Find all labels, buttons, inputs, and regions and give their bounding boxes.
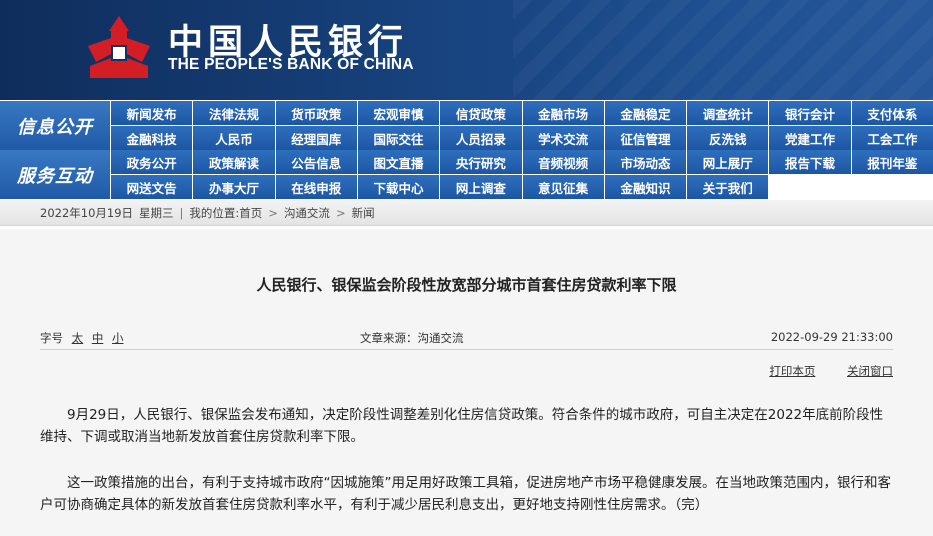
nav-item[interactable]: 音频视频 — [522, 150, 604, 174]
article-datetime: 2022-09-29 21:33:00 — [770, 330, 893, 344]
article-title: 人民银行、银保监会阶段性放宽部分城市首套住房贷款利率下限 — [256, 276, 677, 294]
divider — [40, 349, 893, 350]
nav-item[interactable]: 支付体系 — [851, 101, 933, 125]
nav-item[interactable]: 人民币 — [193, 126, 275, 150]
pboc-emblem-icon — [88, 16, 150, 78]
nav-item[interactable]: 金融稳定 — [604, 101, 687, 125]
nav-section-service-label: 服务互动 — [0, 150, 110, 199]
print-page-link[interactable]: 打印本页 — [769, 364, 815, 378]
font-size-large-link[interactable]: 太 — [72, 331, 84, 345]
nav-item[interactable]: 央行研究 — [440, 150, 522, 174]
nav-empty-cell — [851, 175, 933, 199]
nav-item[interactable]: 国际交往 — [357, 126, 440, 150]
article-paragraph: 这一政策措施的出台，有利于支持城市政府“因城施策”用足用好政策工具箱，促进房地产… — [40, 475, 891, 513]
breadcrumb-separator: | — [179, 205, 184, 220]
nav-item[interactable]: 经理国库 — [275, 126, 357, 150]
breadcrumb-news[interactable]: 新闻 — [352, 205, 375, 221]
article-actions: 打印本页 关闭窗口 — [741, 363, 893, 379]
breadcrumb-separator: > — [335, 205, 346, 220]
nav-item[interactable]: 政策解读 — [193, 150, 275, 174]
close-window-link[interactable]: 关闭窗口 — [847, 364, 893, 378]
nav-item[interactable]: 网上调查 — [440, 175, 522, 199]
nav-item[interactable]: 关于我们 — [687, 175, 769, 199]
nav-item[interactable]: 意见征集 — [522, 175, 604, 199]
nav-item[interactable]: 货币政策 — [275, 101, 357, 125]
nav-service-interact: 服务互动 政务公开 政策解读 公告信息 图文直播 央行研究 音频视频 市场动态 … — [0, 150, 933, 199]
nav-item[interactable]: 网上展厅 — [687, 150, 769, 174]
header-banner: 中国人民银行 THE PEOPLE'S BANK OF CHINA — [0, 0, 933, 100]
nav-item[interactable]: 银行会计 — [769, 101, 851, 125]
nav-item[interactable]: 金融科技 — [111, 126, 193, 150]
banner-pattern — [513, 0, 933, 100]
font-size-controls: 字号 太 中 小 — [40, 330, 123, 346]
nav-info-public: 信息公开 新闻发布 法律法规 货币政策 宏观审慎 信贷政策 金融市场 金融稳定 … — [0, 101, 933, 150]
nav-service-grid: 政务公开 政策解读 公告信息 图文直播 央行研究 音频视频 市场动态 网上展厅 … — [111, 150, 933, 199]
breadcrumb-location-label: 我的位置: — [189, 205, 240, 220]
font-size-medium-link[interactable]: 中 — [92, 331, 104, 345]
breadcrumb-communication[interactable]: 沟通交流 — [284, 205, 330, 221]
nav-item[interactable]: 金融市场 — [522, 101, 604, 125]
nav-item[interactable]: 在线申报 — [275, 175, 357, 199]
nav-item[interactable]: 征信管理 — [604, 126, 687, 150]
font-size-small-link[interactable]: 小 — [112, 331, 124, 345]
nav-item[interactable]: 反洗钱 — [687, 126, 769, 150]
font-size-label: 字号 — [40, 331, 63, 345]
current-date: 2022年10月19日 — [40, 205, 134, 220]
nav-item[interactable]: 金融知识 — [604, 175, 687, 199]
nav-item[interactable]: 调查统计 — [687, 101, 769, 125]
article-source: 文章来源：沟通交流 — [360, 331, 464, 345]
breadcrumb-separator: > — [268, 205, 278, 220]
nav-item[interactable]: 人员招录 — [440, 126, 522, 150]
breadcrumb-home[interactable]: 首页 — [239, 205, 262, 221]
nav-item[interactable]: 学术交流 — [522, 126, 604, 150]
nav-item[interactable]: 宏观审慎 — [357, 101, 440, 125]
nav-item[interactable]: 党建工作 — [769, 126, 851, 150]
nav-section-info-label: 信息公开 — [0, 101, 110, 150]
nav-item[interactable]: 报告下载 — [769, 150, 851, 174]
nav-info-grid: 新闻发布 法律法规 货币政策 宏观审慎 信贷政策 金融市场 金融稳定 调查统计 … — [111, 101, 933, 150]
nav-empty-cell — [769, 175, 851, 199]
nav-item[interactable]: 报刊年鉴 — [851, 150, 933, 174]
article-paragraph: 9月29日，人民银行、银保监会发布通知，决定阶段性调整差别化住房信贷政策。符合条… — [40, 407, 884, 445]
nav-item[interactable]: 法律法规 — [193, 101, 275, 125]
current-weekday: 星期三 — [139, 205, 174, 220]
nav-item[interactable]: 网送文告 — [111, 175, 193, 199]
logo-english-text: THE PEOPLE'S BANK OF CHINA — [168, 56, 414, 73]
breadcrumb: 2022年10月19日 星期三 | 我的位置: 首页 > 沟通交流 > 新闻 — [0, 200, 933, 226]
nav-item[interactable]: 政务公开 — [111, 150, 193, 174]
nav-item[interactable]: 新闻发布 — [111, 101, 193, 125]
nav-item[interactable]: 公告信息 — [275, 150, 357, 174]
nav-item[interactable]: 信贷政策 — [440, 101, 522, 125]
article-area: 人民银行、银保监会阶段性放宽部分城市首套住房贷款利率下限 字号 太 中 小 文章… — [0, 229, 933, 536]
nav-item[interactable]: 市场动态 — [604, 150, 687, 174]
nav-item[interactable]: 办事大厅 — [193, 175, 275, 199]
nav-item[interactable]: 图文直播 — [357, 150, 440, 174]
nav-item[interactable]: 工会工作 — [851, 126, 933, 150]
nav-item[interactable]: 下载中心 — [357, 175, 440, 199]
